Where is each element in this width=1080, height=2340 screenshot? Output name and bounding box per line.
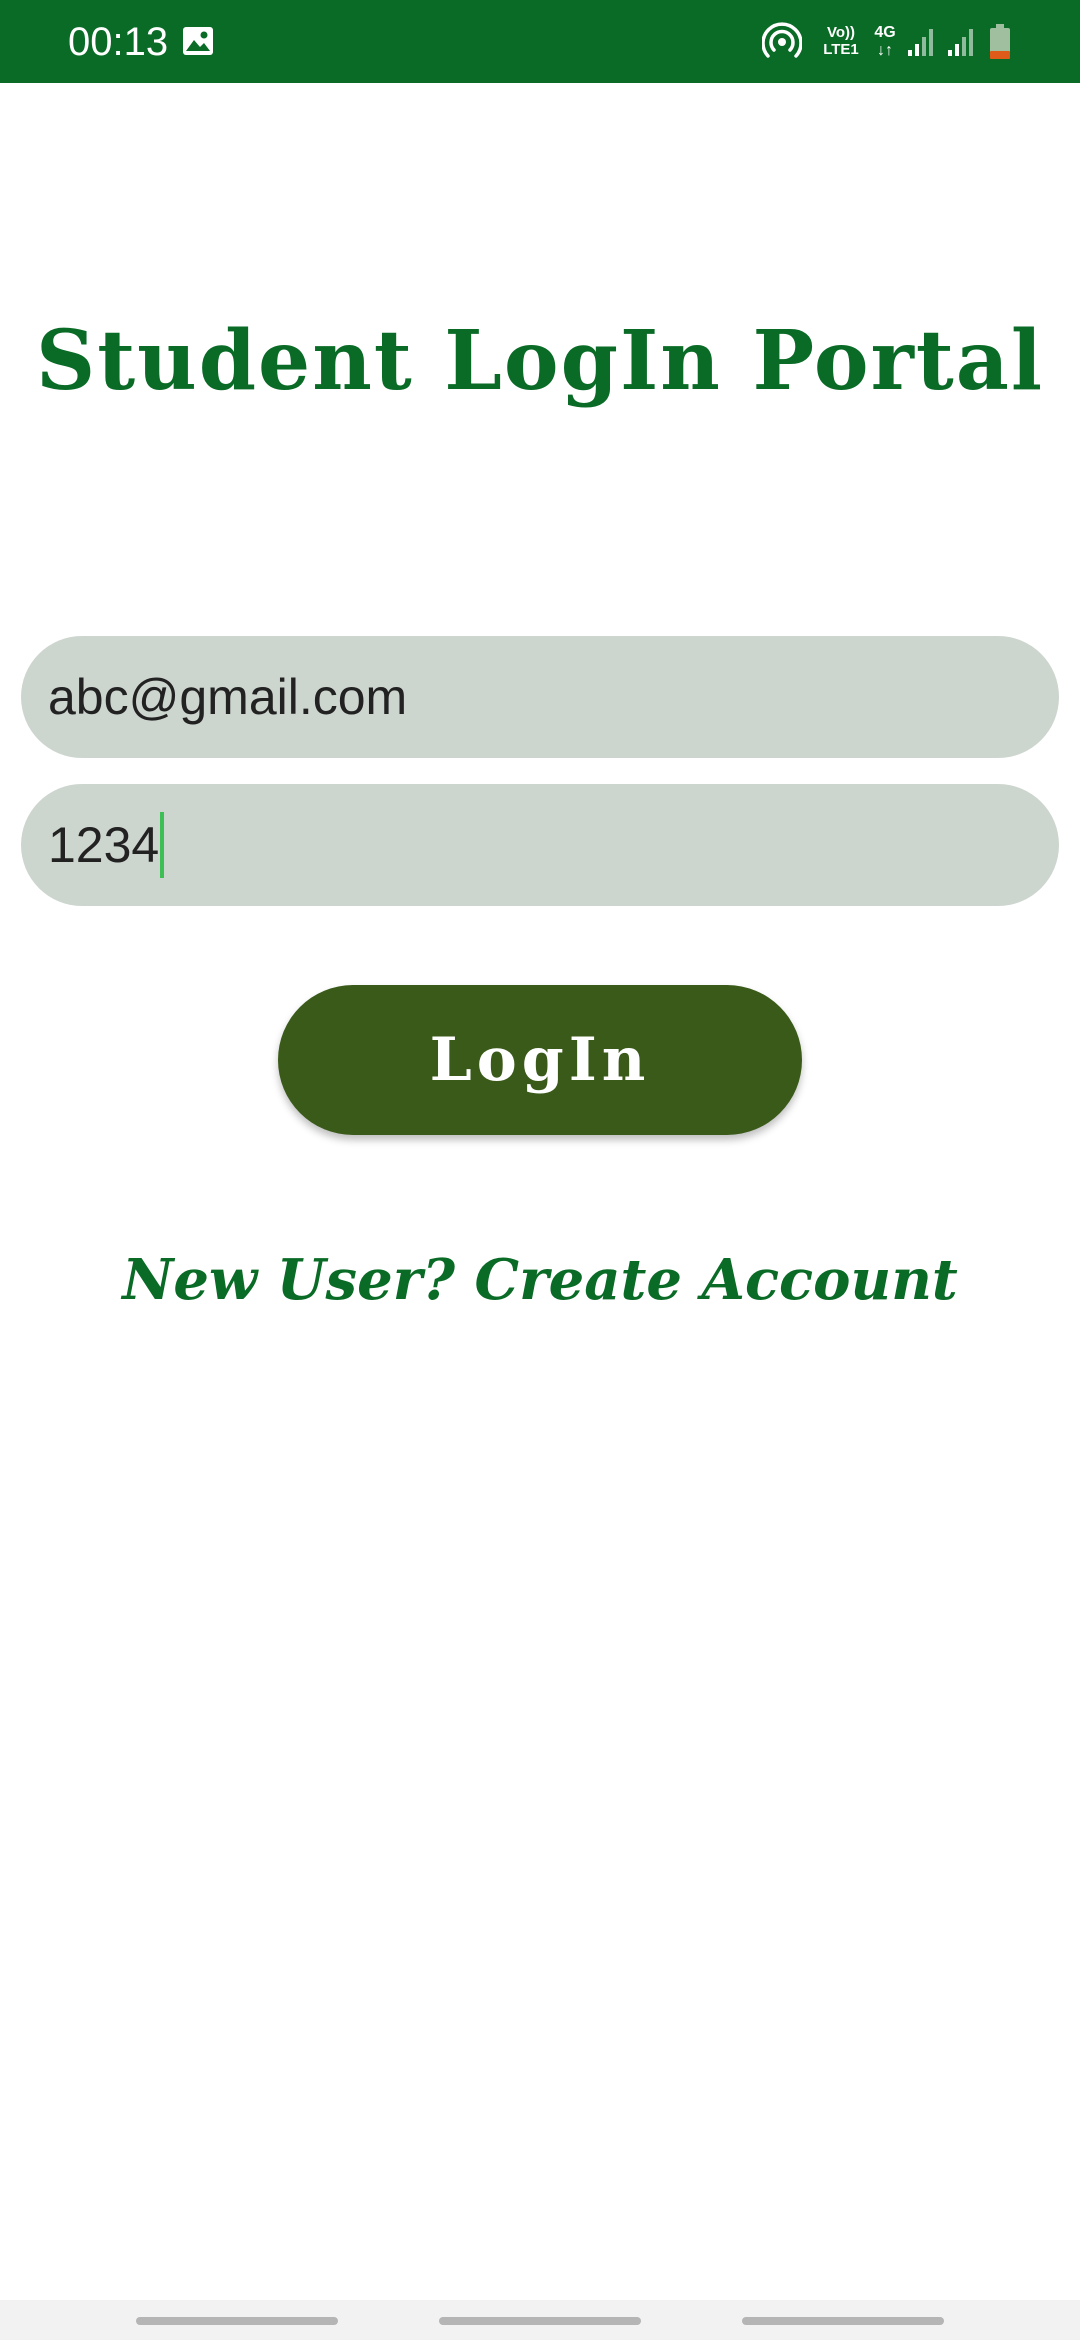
volte-indicator: Vo)) LTE1 xyxy=(818,24,864,58)
signal-icon xyxy=(948,29,973,56)
volte-line-2: LTE1 xyxy=(823,41,859,58)
password-field[interactable]: 1234 xyxy=(21,784,1059,906)
gallery-icon xyxy=(183,27,213,55)
status-bar: 00:13 Vo)) LTE1 4G ↓↑ xyxy=(0,0,1080,83)
login-button[interactable]: LogIn xyxy=(278,985,802,1135)
login-button-label: LogIn xyxy=(429,1025,651,1095)
password-value: 1234 xyxy=(48,817,160,873)
battery-icon xyxy=(990,24,1010,59)
network-type: 4G xyxy=(874,24,896,41)
navigation-bar xyxy=(0,2300,1080,2340)
email-value: abc@gmail.com xyxy=(48,669,408,725)
page-title: Student LogIn Portal xyxy=(36,313,1044,409)
volte-line-1: Vo)) xyxy=(826,24,856,41)
status-time: 00:13 xyxy=(68,20,169,64)
create-account-link[interactable]: New User? Create Account xyxy=(0,1240,1080,1320)
nav-home-button[interactable] xyxy=(439,2317,641,2325)
signal-icon xyxy=(908,29,933,56)
nav-recents-button[interactable] xyxy=(136,2317,338,2325)
text-cursor xyxy=(160,812,165,878)
nav-back-button[interactable] xyxy=(742,2317,944,2325)
login-screen: 00:13 Vo)) LTE1 4G ↓↑ Student LogIn Port… xyxy=(0,0,1080,2340)
email-field[interactable]: abc@gmail.com xyxy=(21,636,1059,758)
hotspot-icon xyxy=(762,22,802,58)
network-arrows: ↓↑ xyxy=(877,42,893,59)
network-indicator: 4G ↓↑ xyxy=(870,24,900,60)
